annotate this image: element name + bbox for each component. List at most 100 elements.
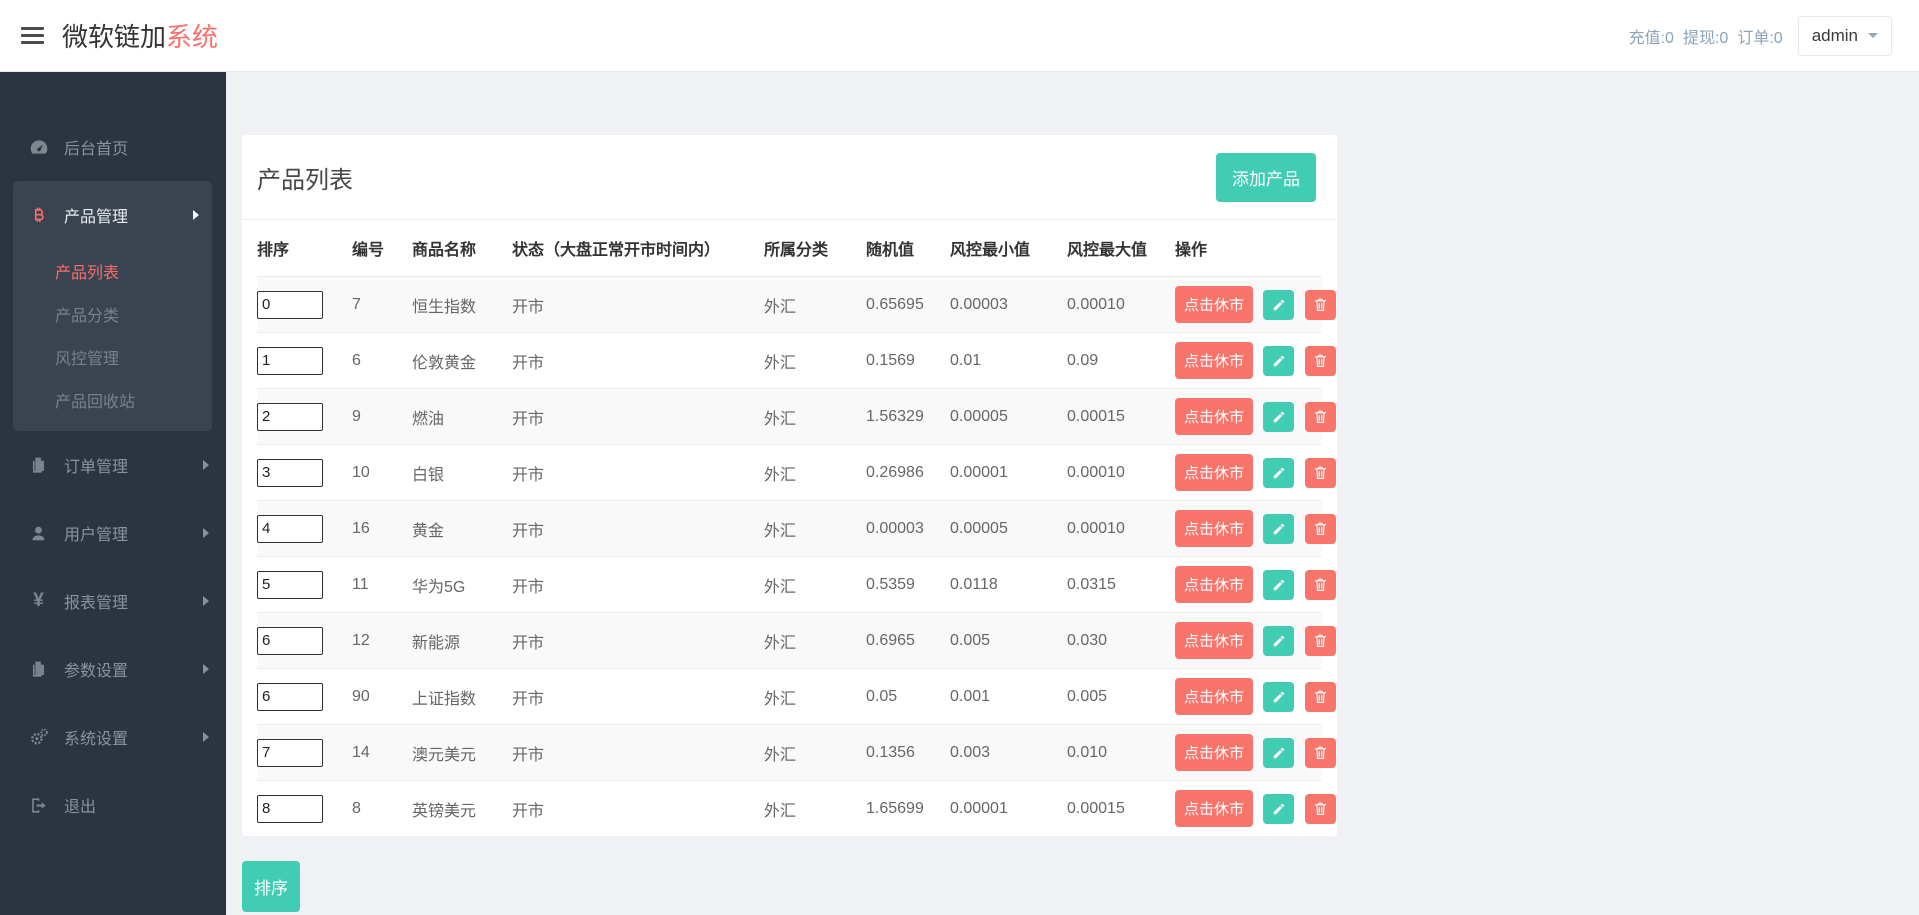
trash-icon <box>1314 634 1327 648</box>
cell-risk-min: 0.01 <box>950 332 1067 389</box>
cell-risk-min: 0.00005 <box>950 388 1067 445</box>
cell-risk-min: 0.00001 <box>950 799 1008 817</box>
delete-button[interactable] <box>1304 737 1336 768</box>
cell-sort <box>257 388 352 445</box>
close-market-button[interactable]: 点击休市 <box>1175 566 1254 603</box>
table-row: 90 上证指数 开市 外汇 0.05 0.001 0.005 点击休市 <box>257 668 1336 725</box>
sort-input[interactable] <box>257 458 323 487</box>
sidebar-item-label: 产品管理 <box>64 209 129 226</box>
sort-input[interactable] <box>257 738 323 767</box>
sort-input[interactable] <box>257 290 323 319</box>
cell-risk-min: 0.0118 <box>950 556 1067 613</box>
sidebar-item-dashboard[interactable]: 后台首页 <box>0 113 226 181</box>
pencil-icon <box>1273 523 1285 534</box>
edit-button[interactable] <box>1263 289 1295 320</box>
delete-button[interactable] <box>1304 401 1336 432</box>
user-name: admin <box>1811 25 1858 45</box>
sidebar-item-product-management[interactable]: 产品管理 <box>13 181 212 249</box>
pencil-icon <box>1273 411 1285 422</box>
close-market-button[interactable]: 点击休市 <box>1175 398 1254 435</box>
sidebar-subitem-product-list[interactable]: 产品列表 <box>13 249 212 292</box>
cell-category: 外汇 <box>764 802 797 820</box>
cell-sort <box>257 444 352 501</box>
cell-risk-max: 0.00010 <box>1067 500 1175 557</box>
delete-button[interactable] <box>1304 289 1336 320</box>
cell-name: 黄金 <box>412 500 512 557</box>
table-header-row: 排序 编号 商品名称 状态（大盘正常开市时间内） 所属分类 随机值 风控最小值 … <box>257 220 1322 277</box>
cell-status: 开市 <box>512 612 764 669</box>
sidebar-item-parameter-settings[interactable]: 参数设置 <box>0 635 226 703</box>
edit-button[interactable] <box>1263 793 1295 824</box>
cell-id: 11 <box>352 556 412 613</box>
col-header-status: 状态（大盘正常开市时间内） <box>512 220 764 277</box>
edit-button[interactable] <box>1263 569 1295 600</box>
sign-out-icon <box>27 796 50 815</box>
sort-input[interactable] <box>257 346 323 375</box>
sidebar-item-logout[interactable]: 退出 <box>0 771 226 839</box>
edit-button[interactable] <box>1263 625 1295 656</box>
table-row: 10 白银 开市 外汇 0.26986 0.00001 0.00010 点击休市 <box>257 444 1336 501</box>
delete-button[interactable] <box>1304 681 1336 712</box>
close-market-button[interactable]: 点击休市 <box>1175 454 1254 491</box>
table-row: 12 新能源 开市 外汇 0.6965 0.005 0.030 点击休市 <box>257 612 1336 669</box>
close-market-button[interactable]: 点击休市 <box>1175 734 1254 771</box>
cell-status: 开市 <box>512 332 764 389</box>
delete-button[interactable] <box>1304 457 1336 488</box>
edit-button[interactable] <box>1263 737 1295 768</box>
user-dropdown[interactable]: admin <box>1797 15 1892 56</box>
sort-input[interactable] <box>257 570 323 599</box>
delete-button[interactable] <box>1304 793 1336 824</box>
delete-button[interactable] <box>1304 569 1336 600</box>
files-icon <box>27 456 50 475</box>
sidebar-subitem-risk-management[interactable]: 风控管理 <box>13 335 212 378</box>
trash-icon <box>1314 578 1327 592</box>
sidebar-item-report-management[interactable]: ¥ 报表管理 <box>0 567 226 635</box>
delete-button[interactable] <box>1304 625 1336 656</box>
sort-input[interactable] <box>257 402 323 431</box>
cell-sort <box>257 724 352 781</box>
col-header-category: 所属分类 <box>764 220 866 277</box>
close-market-button[interactable]: 点击休市 <box>1175 622 1254 659</box>
sort-input[interactable] <box>257 794 323 823</box>
sidebar-subitem-product-category[interactable]: 产品分类 <box>13 292 212 335</box>
edit-button[interactable] <box>1263 513 1295 544</box>
sidebar-item-label: 参数设置 <box>64 663 129 680</box>
edit-button[interactable] <box>1263 681 1295 712</box>
sidebar-item-order-management[interactable]: 订单管理 <box>0 431 226 499</box>
edit-button[interactable] <box>1263 401 1295 432</box>
sidebar-item-user-management[interactable]: 用户管理 <box>0 499 226 567</box>
cell-random: 0.00003 <box>866 500 950 557</box>
delete-button[interactable] <box>1304 513 1336 544</box>
close-market-button[interactable]: 点击休市 <box>1175 678 1254 715</box>
sidebar-subitem-product-recycle[interactable]: 产品回收站 <box>13 378 212 421</box>
menu-toggle-icon[interactable] <box>21 27 44 44</box>
cell-category: 外汇 <box>764 668 866 725</box>
sort-input[interactable] <box>257 682 323 711</box>
sort-input[interactable] <box>257 626 323 655</box>
edit-button[interactable] <box>1263 457 1295 488</box>
trash-icon <box>1314 690 1327 704</box>
close-market-button[interactable]: 点击休市 <box>1175 510 1254 547</box>
pencil-icon <box>1273 691 1285 702</box>
card-header: 产品列表 添加产品 <box>242 135 1337 220</box>
close-market-button[interactable]: 点击休市 <box>1175 342 1254 379</box>
sort-input[interactable] <box>257 514 323 543</box>
close-market-button[interactable]: 点击休市 <box>1175 790 1254 827</box>
cell-name: 燃油 <box>412 388 512 445</box>
header-right: 充值:0 提现:0 订单:0 admin <box>1629 15 1919 56</box>
delete-button[interactable] <box>1304 345 1336 376</box>
sort-button[interactable]: 排序 <box>242 861 300 912</box>
edit-button[interactable] <box>1263 345 1295 376</box>
sidebar-item-system-settings[interactable]: 系统设置 <box>0 703 226 771</box>
cell-name: 华为5G <box>412 556 512 613</box>
cell-category: 外汇 <box>764 276 866 333</box>
pencil-icon <box>1273 355 1285 366</box>
close-market-button[interactable]: 点击休市 <box>1175 286 1254 323</box>
stat-orders: 订单:0 <box>1737 29 1783 47</box>
stat-withdraw: 提现:0 <box>1682 29 1729 47</box>
col-header-sort: 排序 <box>257 220 352 277</box>
add-product-button[interactable]: 添加产品 <box>1216 152 1316 202</box>
table-row: 9 燃油 开市 外汇 1.56329 0.00005 0.00015 点击休市 <box>257 388 1336 445</box>
table-row: 14 澳元美元 开市 外汇 0.1356 0.003 0.010 点击休市 <box>257 724 1336 781</box>
brand-logo[interactable]: 微软链加系统 <box>62 17 218 54</box>
